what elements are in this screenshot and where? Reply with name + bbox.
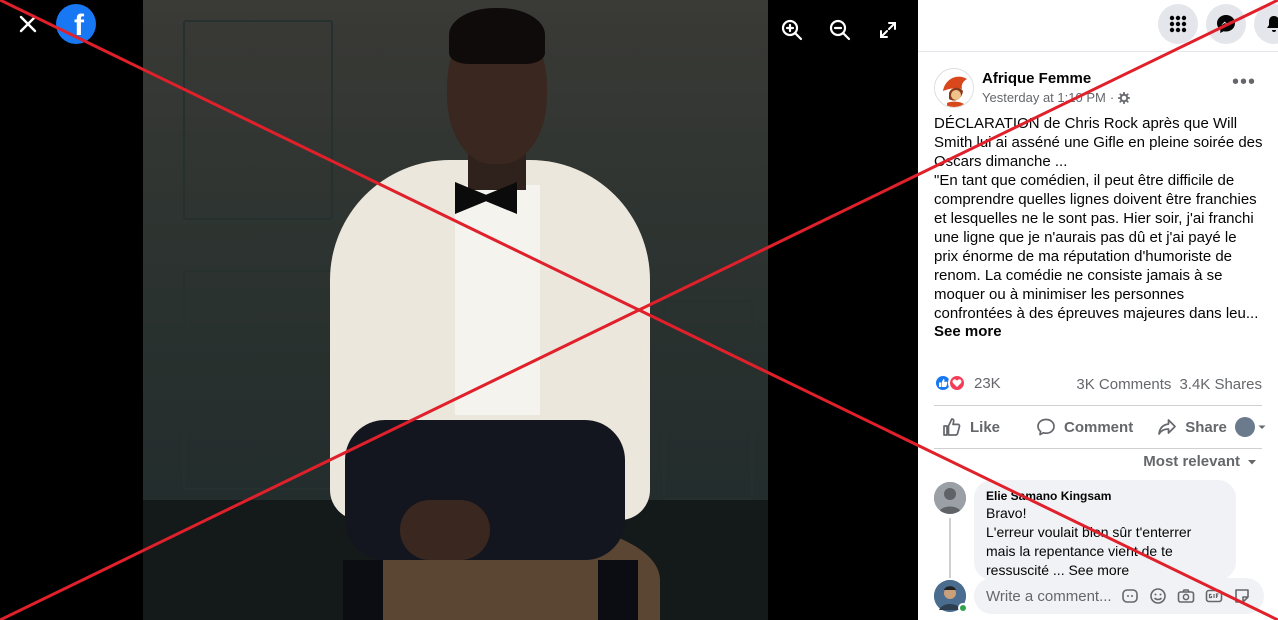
top-bar <box>918 0 1278 52</box>
fullscreen-button[interactable] <box>872 14 904 46</box>
post-timestamp[interactable]: Yesterday at 1:10 PM <box>982 90 1106 105</box>
meta-separator: · <box>1109 90 1115 105</box>
comment-button[interactable]: Comment <box>1028 409 1141 445</box>
shares-count[interactable]: 3.4K Shares <box>1179 376 1262 393</box>
thumbs-up-icon <box>943 418 961 436</box>
menu-button[interactable] <box>1158 4 1198 44</box>
leg <box>598 560 638 620</box>
menu-grid-icon <box>1169 15 1187 33</box>
wall-panel <box>663 300 753 500</box>
messenger-icon <box>1217 15 1235 33</box>
post-options-button[interactable]: ••• <box>1230 72 1258 96</box>
sticker-button[interactable] <box>1232 586 1252 606</box>
zoom-in-icon <box>781 19 803 41</box>
reaction-summary[interactable]: 23K <box>934 374 1001 392</box>
react-as-selector[interactable] <box>1234 417 1269 437</box>
wall-panel <box>183 20 333 220</box>
composer-tools <box>1120 586 1252 606</box>
comment-label: Comment <box>1064 418 1134 436</box>
zoom-in-button[interactable] <box>776 14 808 46</box>
zoom-out-icon <box>829 19 851 41</box>
love-reaction-icon <box>948 374 966 392</box>
share-arrow-icon <box>1158 419 1177 435</box>
post-panel: Afrique Femme Yesterday at 1:10 PM · •••… <box>918 0 1278 620</box>
like-button[interactable]: Like <box>934 409 1008 445</box>
share-label: Share <box>1185 418 1227 436</box>
notifications-button[interactable] <box>1254 4 1278 44</box>
emoji-button[interactable] <box>1148 586 1168 606</box>
commenter-name[interactable]: Elie Samano Kingsam <box>986 488 1224 504</box>
bell-icon <box>1267 16 1278 32</box>
shirt <box>455 185 540 415</box>
photo-viewer: f <box>0 0 918 620</box>
post-meta: Yesterday at 1:10 PM · <box>982 90 1131 105</box>
reaction-count: 23K <box>974 374 1001 392</box>
like-label: Like <box>970 418 1001 436</box>
comment-sort-dropdown[interactable]: Most relevant <box>1143 453 1258 470</box>
close-button[interactable] <box>12 8 44 40</box>
gif-button[interactable] <box>1204 586 1224 606</box>
commenter-avatar[interactable] <box>934 482 966 514</box>
hair <box>449 8 545 64</box>
facebook-logo-letter: f <box>74 9 84 42</box>
comment-composer <box>934 578 1264 614</box>
camera-icon <box>1177 589 1195 603</box>
facebook-logo[interactable]: f <box>56 4 96 44</box>
share-button[interactable]: Share <box>1149 409 1235 445</box>
comment-text: L'erreur voulait bien sûr t'enterrer mai… <box>986 524 1192 578</box>
sticker-icon <box>1235 589 1249 603</box>
fullscreen-icon <box>880 22 896 38</box>
comment-bubble: Elie Samano Kingsam Bravo! L'erreur voul… <box>974 480 1236 580</box>
emoji-icon <box>1150 588 1166 604</box>
avatar-sticker-icon <box>1122 589 1138 603</box>
comment-text: Bravo! <box>986 505 1027 521</box>
post-action-bar: Like Comment Share <box>934 405 1266 449</box>
afrique-femme-logo <box>935 69 973 107</box>
wall-panel <box>183 270 333 490</box>
comments-count[interactable]: 3K Comments <box>1076 376 1171 393</box>
messenger-button[interactable] <box>1206 4 1246 44</box>
see-more-link[interactable]: See more <box>934 323 1002 340</box>
sort-label: Most relevant <box>1143 453 1240 470</box>
caret-down-icon <box>1248 459 1256 464</box>
settings-gear-icon[interactable] <box>1118 91 1131 104</box>
post-text-paragraph: DÉCLARATION de Chris Rock après que Will… <box>934 115 1263 170</box>
comment-icon <box>1037 418 1055 436</box>
engagement-counts: 3K Comments 3.4K Shares <box>1076 376 1262 393</box>
reply-thread-line <box>949 518 951 578</box>
page-avatar[interactable] <box>934 68 974 108</box>
camera-button[interactable] <box>1176 586 1196 606</box>
leg <box>343 560 383 620</box>
close-icon <box>19 15 37 33</box>
zoom-out-button[interactable] <box>824 14 856 46</box>
hands <box>400 500 490 560</box>
user-avatar <box>1234 417 1255 437</box>
gif-icon <box>1205 589 1223 603</box>
online-status-dot <box>958 603 968 613</box>
post-photo[interactable] <box>143 0 768 620</box>
page-name[interactable]: Afrique Femme <box>982 70 1091 87</box>
caret-down-icon <box>1258 425 1266 429</box>
avatar-sticker-button[interactable] <box>1120 586 1140 606</box>
